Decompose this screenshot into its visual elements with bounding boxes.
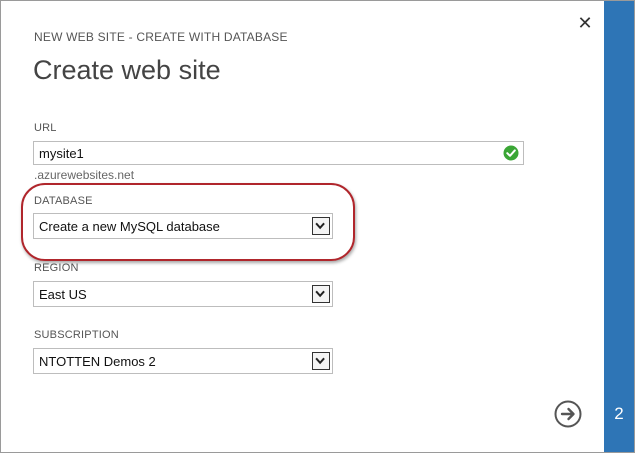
chevron-down-icon[interactable] bbox=[312, 352, 330, 370]
region-selected-value: East US bbox=[39, 287, 87, 302]
database-selected-value: Create a new MySQL database bbox=[39, 219, 220, 234]
dialog-subtitle: NEW WEB SITE - CREATE WITH DATABASE bbox=[34, 30, 288, 44]
database-label: DATABASE bbox=[34, 195, 93, 207]
chevron-down-icon[interactable] bbox=[312, 217, 330, 235]
arrow-right-circle-icon[interactable] bbox=[554, 400, 582, 428]
subscription-select[interactable]: NTOTTEN Demos 2 bbox=[33, 348, 333, 374]
url-suffix: .azurewebsites.net bbox=[34, 168, 135, 182]
url-value: mysite1 bbox=[39, 146, 84, 161]
database-select[interactable]: Create a new MySQL database bbox=[33, 213, 333, 239]
dialog-title: Create web site bbox=[33, 55, 221, 85]
close-icon[interactable]: ✕ bbox=[575, 13, 595, 33]
subscription-label: SUBSCRIPTION bbox=[34, 329, 119, 341]
region-label: REGION bbox=[34, 262, 79, 274]
subscription-selected-value: NTOTTEN Demos 2 bbox=[39, 354, 156, 369]
create-web-site-dialog: NEW WEB SITE - CREATE WITH DATABASE Crea… bbox=[0, 0, 635, 453]
wizard-step-bar: 2 bbox=[604, 1, 634, 452]
url-label: URL bbox=[34, 122, 57, 134]
url-input[interactable]: mysite1 bbox=[33, 141, 524, 165]
step-number: 2 bbox=[614, 404, 624, 423]
check-circle-icon bbox=[503, 145, 519, 161]
region-select[interactable]: East US bbox=[33, 281, 333, 307]
chevron-down-icon[interactable] bbox=[312, 285, 330, 303]
